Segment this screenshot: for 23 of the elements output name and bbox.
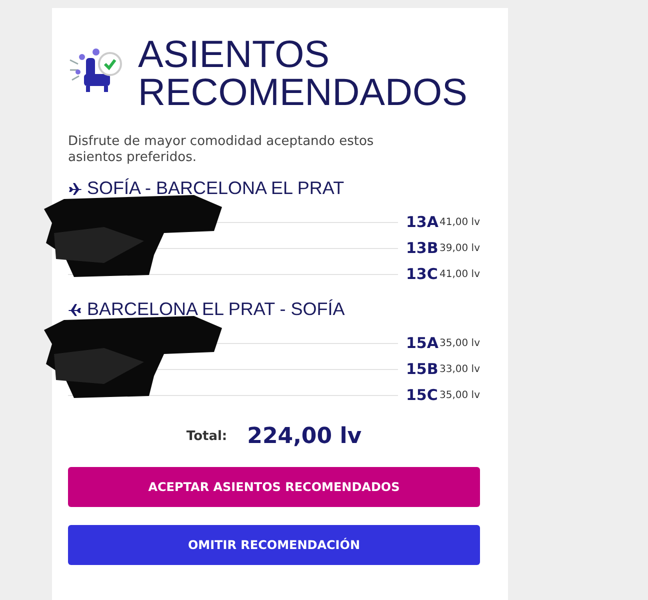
seat-price: 33,00 lv [438, 364, 480, 374]
seat-price: 41,00 lv [438, 216, 480, 228]
description: Disfrute de mayor comodidad aceptando estos asientos preferidos. [68, 134, 375, 166]
seat-price: 39,00 lv [438, 242, 480, 254]
seat-number: 15C [406, 386, 436, 404]
seat-number: 15B [406, 360, 436, 378]
accept-button[interactable]: ACEPTAR ASIENTOS RECOMENDADOS [68, 467, 480, 507]
seat-number: 15A [406, 334, 436, 352]
seat-price: 35,00 lv [438, 338, 480, 348]
total-label: Total: [186, 429, 228, 444]
total-amount: 224,00 lv [247, 424, 362, 449]
skip-button[interactable]: OMITIR RECOMENDACIÓN [68, 525, 480, 565]
airplane-icon [68, 302, 82, 316]
seat-number: 13B [406, 239, 436, 257]
flight-route: SOFÍA - BARCELONA EL PRAT [87, 178, 344, 199]
seat-price: 41,00 lv [438, 268, 480, 280]
airplane-icon [68, 182, 82, 196]
heading: RECOMENDADOS [138, 74, 468, 112]
seat-number: 13C [406, 265, 436, 283]
seat-price: 35,00 lv [438, 390, 480, 400]
seat-number: 13A [406, 213, 436, 231]
flight-route: BARCELONA EL PRAT - SOFÍA [87, 299, 345, 320]
heading: ASIENTOS [138, 36, 330, 74]
